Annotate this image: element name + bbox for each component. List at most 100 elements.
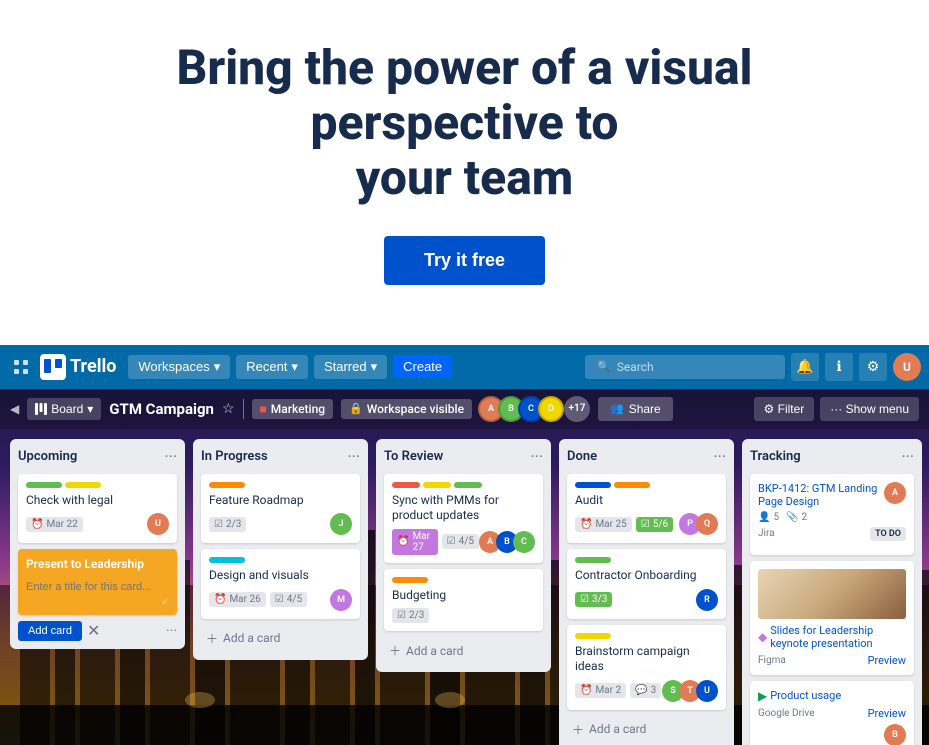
green-label xyxy=(454,482,482,488)
card-labels xyxy=(209,557,352,563)
card-audit[interactable]: Audit ⏰ Mar 25 ☑ 5/6 xyxy=(567,474,726,544)
marketing-tag[interactable]: ■ Marketing xyxy=(252,399,334,419)
card-avatars: S T U xyxy=(662,680,718,702)
recent-button[interactable]: Recent ▾ xyxy=(236,355,308,379)
orange-label xyxy=(209,482,245,488)
card-slides-leadership[interactable]: ◆ Slides for Leadership keynote presenta… xyxy=(750,561,914,675)
card-product-usage[interactable]: ▶ Product usage Google Drive Preview B xyxy=(750,681,914,745)
card-sync-pmms[interactable]: Sync with PMMs for product updates ⏰ Mar… xyxy=(384,474,543,563)
user-avatar[interactable]: U xyxy=(893,353,921,381)
progress-badge: ☑ 3/3 xyxy=(575,592,612,607)
preview-link[interactable]: Preview xyxy=(868,654,906,667)
date-badge: ⏰ Mar 26 xyxy=(209,592,266,607)
share-button[interactable]: 👥 Share xyxy=(598,397,673,421)
card-check-legal[interactable]: Check with legal ⏰ Mar 22 U xyxy=(18,474,177,544)
notifications-button[interactable]: 🔔 xyxy=(791,353,819,381)
card-avatar: A xyxy=(884,482,906,504)
close-card-button[interactable]: ✕ xyxy=(87,621,100,641)
to-review-column: To Review ··· Sync with PMMs for product… xyxy=(376,439,551,673)
add-card-button[interactable]: Add card xyxy=(18,621,82,641)
card-title-input[interactable] xyxy=(26,577,169,597)
card-avatars: P Q xyxy=(679,513,718,535)
yellow-label xyxy=(65,482,101,488)
workspace-visible-tag[interactable]: 🔒 Workspace visible xyxy=(341,399,472,419)
progress-badge: ☑ 5/6 xyxy=(636,517,673,532)
in-progress-menu-icon[interactable]: ··· xyxy=(347,447,360,466)
grid-icon[interactable] xyxy=(8,354,34,380)
preview-link[interactable]: Preview xyxy=(868,707,906,720)
card-avatar: U xyxy=(147,513,169,535)
card-options-icon[interactable]: ··· xyxy=(166,623,177,639)
drive-row: Google Drive Preview xyxy=(758,707,906,720)
progress-badge: ☑ 4/5 xyxy=(442,534,479,549)
workspaces-button[interactable]: Workspaces ▾ xyxy=(128,355,230,379)
card-meta: ⏰ Mar 26 ☑ 4/5 M xyxy=(209,589,352,611)
green-label xyxy=(26,482,62,488)
card-link[interactable]: Product usage xyxy=(770,689,841,702)
card-design-visuals[interactable]: Design and visuals ⏰ Mar 26 ☑ 4/5 xyxy=(201,549,360,619)
board-view-button[interactable]: Board ▾ xyxy=(27,398,101,420)
trello-logo[interactable]: Trello xyxy=(40,354,116,380)
search-icon: 🔍 xyxy=(597,360,611,373)
done-column: Done ··· Audit ⏰ Mar 25 xyxy=(559,439,734,745)
card-feature-roadmap[interactable]: Feature Roadmap ☑ 2/3 J xyxy=(201,474,360,544)
card-badges: ⏰ Mar 27 ☑ 4/5 xyxy=(392,529,479,555)
card-labels xyxy=(392,577,535,583)
in-progress-header: In Progress ··· xyxy=(201,447,360,466)
card-meta: ⏰ Mar 22 U xyxy=(26,513,169,535)
back-button[interactable]: ◀ xyxy=(10,402,19,416)
settings-button[interactable]: ⚙ xyxy=(859,353,887,381)
card-meta: ⏰ Mar 25 ☑ 5/6 P Q xyxy=(575,513,718,535)
create-button[interactable]: Create xyxy=(393,355,452,378)
card-labels xyxy=(392,482,535,488)
card-contractor-onboarding[interactable]: Contractor Onboarding ☑ 3/3 R xyxy=(567,549,726,619)
card-counters: 👤 5 📎 2 xyxy=(758,512,880,523)
card-meta: ☑ 2/3 J xyxy=(209,513,352,535)
board-name: GTM Campaign xyxy=(109,400,214,418)
card-meta: ⏰ Mar 2 💬 3 S T U xyxy=(575,680,718,702)
starred-button[interactable]: Starred ▾ xyxy=(314,355,387,379)
card-brainstorm[interactable]: Brainstorm campaign ideas ⏰ Mar 2 💬 3 xyxy=(567,625,726,710)
add-card-in-progress[interactable]: ＋ Add a card xyxy=(201,625,360,652)
orange-label xyxy=(392,577,428,583)
star-icon[interactable]: ☆ xyxy=(222,401,235,417)
card-avatar: B xyxy=(884,724,906,745)
figma-row: Figma Preview xyxy=(758,654,906,667)
cta-button[interactable]: Try it free xyxy=(384,236,545,285)
card-actions: Add card ✕ ··· xyxy=(18,621,177,641)
card-labels xyxy=(575,557,718,563)
progress-badge: ☑ 2/3 xyxy=(392,608,429,623)
red-label xyxy=(392,482,420,488)
card-bkp-1412[interactable]: BKP-1412: GTM Landing Page Design 👤 5 📎 … xyxy=(750,474,914,555)
add-card-to-review[interactable]: ＋ Add a card xyxy=(384,637,543,664)
board-bar: ◀ Board ▾ GTM Campaign ☆ ■ Marketing xyxy=(0,389,929,429)
upcoming-menu-icon[interactable]: ··· xyxy=(164,447,177,466)
done-header: Done ··· xyxy=(567,447,726,466)
tracking-menu-icon[interactable]: ··· xyxy=(901,447,914,466)
board-member-avatars: A B C D +17 xyxy=(484,396,590,422)
show-menu-button[interactable]: ··· Show menu xyxy=(820,397,919,421)
card-budgeting[interactable]: Budgeting ☑ 2/3 xyxy=(384,569,543,632)
filter-button[interactable]: ⚙ Filter xyxy=(754,397,815,421)
card-source-icon: ◆ Slides for Leadership keynote presenta… xyxy=(758,624,906,650)
jira-badge: Jira TO DO xyxy=(758,527,906,541)
tracking-header: Tracking ··· xyxy=(750,447,914,466)
date-badge: ⏰ Mar 25 xyxy=(575,517,632,532)
search-bar: 🔍 Search xyxy=(585,355,785,379)
done-menu-icon[interactable]: ··· xyxy=(713,447,726,466)
card-thumbnail xyxy=(758,569,906,619)
to-review-menu-icon[interactable]: ··· xyxy=(530,447,543,466)
info-button[interactable]: ℹ xyxy=(825,353,853,381)
add-card-done[interactable]: ＋ Add a card xyxy=(567,716,726,743)
member-avatar: D xyxy=(538,396,564,422)
orange-label xyxy=(614,482,650,488)
card-link[interactable]: BKP-1412: GTM Landing Page Design xyxy=(758,482,880,508)
char-limit: ↙ xyxy=(26,597,169,607)
yellow-label xyxy=(575,633,611,639)
card-link[interactable]: Slides for Leadership keynote presentati… xyxy=(770,624,906,650)
card-avatar: M xyxy=(330,589,352,611)
card-badges: ⏰ Mar 26 ☑ 4/5 xyxy=(209,592,307,607)
card-avatars: A B C xyxy=(479,531,535,553)
card-present-leadership[interactable]: Present to Leadership ↙ xyxy=(18,549,177,615)
progress-badge: ☑ 2/3 xyxy=(209,517,246,532)
